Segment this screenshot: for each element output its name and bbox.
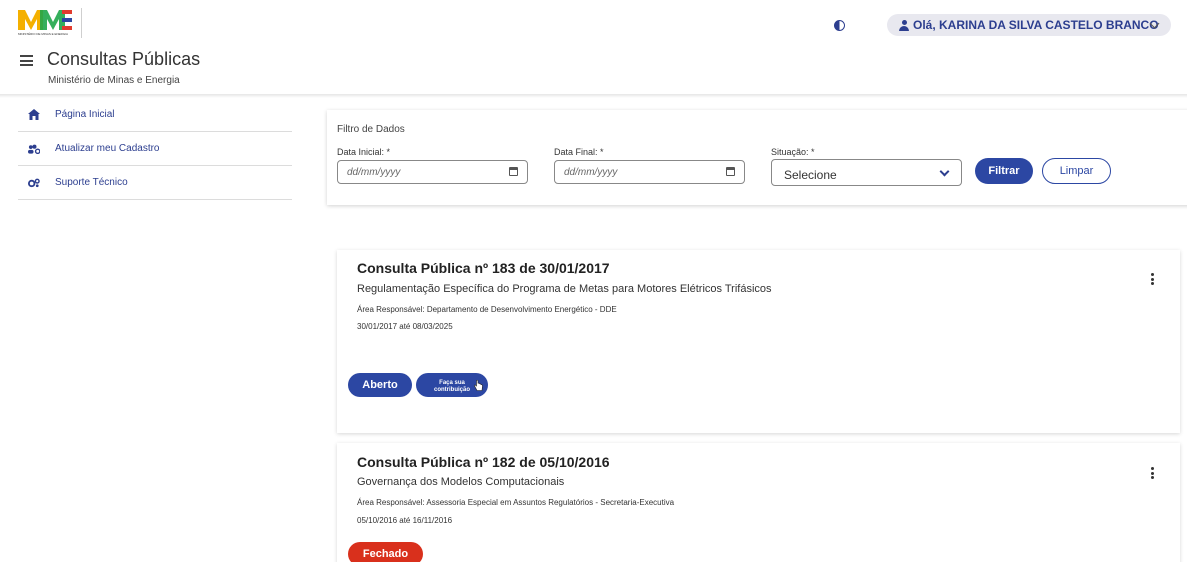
consultation-title: Consulta Pública nº 182 de 05/10/2016 (357, 454, 610, 470)
contribute-label-line2: contribuição (433, 387, 470, 393)
calendar-icon[interactable] (726, 167, 735, 176)
status-select[interactable]: Selecione (771, 159, 962, 186)
filter-panel: Filtro de Dados Data Inicial: * dd/mm/yy… (327, 110, 1187, 205)
cogs-icon (28, 177, 40, 189)
consultation-area: Área Responsável: Assessoria Especial em… (357, 498, 675, 507)
consultation-card: Consulta Pública nº 182 de 05/10/2016 Go… (337, 443, 1180, 562)
logo-divider (81, 8, 82, 38)
sidebar-item-tech-support[interactable]: Suporte Técnico (18, 166, 292, 200)
consultation-description: Governança dos Modelos Computacionais (357, 476, 565, 488)
home-icon (28, 109, 40, 121)
sidebar-item-label: Página Inicial (55, 109, 115, 120)
sidebar-item-home[interactable]: Página Inicial (18, 98, 292, 132)
contrast-icon[interactable] (834, 20, 845, 31)
end-date-input[interactable]: dd/mm/yyyy (554, 160, 745, 184)
consultation-description: Regulamentação Específica do Programa de… (357, 283, 772, 295)
start-date-label: Data Inicial: * (337, 147, 391, 157)
filter-button[interactable]: Filtrar (975, 158, 1033, 184)
chevron-down-icon (939, 166, 950, 177)
hand-cursor-icon (474, 380, 483, 391)
contribute-label-line1: Faça sua (439, 380, 465, 386)
user-menu-button[interactable]: Olá, KARINA DA SILVA CASTELO BRANCO (887, 14, 1171, 36)
filter-title: Filtro de Dados (337, 124, 405, 135)
sidebar-item-label: Suporte Técnico (55, 177, 128, 188)
start-date-input[interactable]: dd/mm/yyyy (337, 160, 528, 184)
consultation-period: 30/01/2017 até 08/03/2025 (357, 322, 453, 331)
end-date-label: Data Final: * (554, 147, 604, 157)
start-date-placeholder: dd/mm/yyyy (347, 167, 401, 178)
page-subtitle: Ministério de Minas e Energia (48, 75, 180, 86)
svg-text:MINISTÉRIO DE MINAS E ENERGIA: MINISTÉRIO DE MINAS E ENERGIA (18, 31, 68, 36)
status-label: Situação: * (771, 147, 815, 157)
status-badge[interactable]: Aberto (348, 373, 412, 397)
user-greeting: Olá, KARINA DA SILVA CASTELO BRANCO (913, 18, 1159, 32)
mme-logo: MINISTÉRIO DE MINAS E ENERGIA (18, 10, 72, 36)
sidebar: Página Inicial Atualizar meu Cadastro Su… (0, 98, 292, 200)
more-options-icon[interactable] (1151, 273, 1155, 287)
status-badge[interactable]: Fechado (348, 542, 423, 562)
consultation-area: Área Responsável: Departamento de Desenv… (357, 305, 617, 314)
sidebar-item-update-profile[interactable]: Atualizar meu Cadastro (18, 132, 292, 166)
consultation-period: 05/10/2016 até 16/11/2016 (357, 516, 453, 525)
user-icon (899, 19, 909, 31)
consultation-title: Consulta Pública nº 183 de 30/01/2017 (357, 260, 610, 276)
more-options-icon[interactable] (1151, 467, 1155, 481)
status-selected-value: Selecione (784, 168, 837, 182)
users-cog-icon (28, 143, 40, 155)
end-date-placeholder: dd/mm/yyyy (564, 167, 618, 178)
page-title: Consultas Públicas (47, 49, 201, 69)
consultation-card: Consulta Pública nº 183 de 30/01/2017 Re… (337, 250, 1180, 433)
calendar-icon[interactable] (509, 167, 518, 176)
menu-icon[interactable] (20, 55, 33, 66)
clear-button[interactable]: Limpar (1042, 158, 1111, 184)
sidebar-item-label: Atualizar meu Cadastro (55, 143, 160, 154)
